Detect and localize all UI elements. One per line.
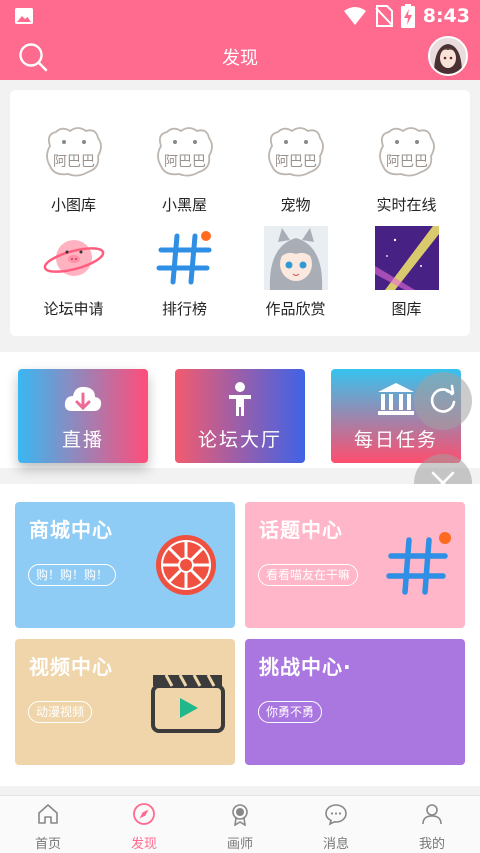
medal-icon bbox=[232, 804, 248, 827]
video-center-card[interactable]: 视频中心 动漫视频 bbox=[15, 639, 235, 765]
tab-label: 画师 bbox=[226, 837, 253, 852]
wheel-icon bbox=[156, 535, 216, 595]
grid-item-label: 论坛申请 bbox=[43, 300, 104, 318]
pig-sticker-icon: 阿巴巴 bbox=[264, 122, 328, 186]
clapperboard-icon bbox=[151, 674, 225, 733]
tab-mine[interactable]: 我的 bbox=[384, 796, 480, 853]
refresh-icon bbox=[430, 384, 456, 413]
tab-label: 消息 bbox=[322, 837, 349, 852]
forum-hall-button[interactable]: 论坛大厅 bbox=[175, 369, 305, 463]
gallery-notification-icon bbox=[15, 8, 33, 24]
button-label: 论坛大厅 bbox=[197, 429, 282, 451]
app-bar: 发现 bbox=[0, 32, 480, 80]
home-icon bbox=[38, 804, 58, 824]
cloud-download-icon bbox=[18, 381, 148, 417]
svg-text:阿巴巴: 阿巴巴 bbox=[164, 154, 206, 170]
card-tag: 你勇不勇 bbox=[258, 701, 323, 723]
grid-item-works[interactable]: 作品欣赏 bbox=[238, 208, 353, 318]
live-button[interactable]: 直播 bbox=[18, 369, 148, 463]
tab-label: 发现 bbox=[130, 837, 157, 852]
status-time: 8:43 bbox=[422, 5, 470, 27]
purple-galaxy-thumbnail bbox=[374, 226, 439, 290]
tab-label: 首页 bbox=[34, 837, 61, 852]
grid-item-pets[interactable]: 阿巴巴 宠物 bbox=[238, 104, 353, 214]
tab-label: 我的 bbox=[418, 837, 445, 852]
hashtag-icon bbox=[153, 226, 217, 290]
topic-center-card[interactable]: 话题中心 看看喵友在干嘛 bbox=[245, 502, 465, 628]
feature-cards: 商城中心 购！购！购！ 话题中心 看看喵友在干嘛 视频中心 动漫视频 挑战中心·… bbox=[0, 484, 480, 786]
grid-item-gallery-2[interactable]: 图库 bbox=[349, 208, 464, 318]
discover-grid: 阿巴巴 小图库 阿巴巴 小黑屋 阿巴巴 宠物 阿巴巴 实时在线 论坛申请 排行榜… bbox=[10, 90, 470, 336]
grid-item-online[interactable]: 阿巴巴 实时在线 bbox=[349, 104, 464, 214]
grid-item-ranking[interactable]: 排行榜 bbox=[127, 208, 242, 318]
grid-item-forum-apply[interactable]: 论坛申请 bbox=[16, 208, 131, 318]
no-sim-icon bbox=[375, 5, 393, 27]
challenge-center-card[interactable]: 挑战中心· 你勇不勇 bbox=[245, 639, 465, 765]
tab-home[interactable]: 首页 bbox=[0, 796, 96, 853]
pig-sticker-icon: 阿巴巴 bbox=[42, 122, 106, 186]
shop-center-card[interactable]: 商城中心 购！购！购！ bbox=[15, 502, 235, 628]
grid-item-gallery[interactable]: 阿巴巴 小图库 bbox=[16, 104, 131, 214]
card-tag: 购！购！购！ bbox=[28, 564, 117, 586]
svg-text:阿巴巴: 阿巴巴 bbox=[53, 154, 95, 170]
profile-icon bbox=[422, 804, 442, 825]
svg-text:阿巴巴: 阿巴巴 bbox=[275, 154, 317, 170]
compass-icon bbox=[133, 803, 155, 825]
pig-sticker-icon: 阿巴巴 bbox=[375, 122, 439, 186]
refresh-button[interactable] bbox=[414, 372, 472, 430]
card-title: 话题中心 bbox=[259, 518, 343, 542]
wifi-icon bbox=[343, 7, 366, 25]
card-tag: 动漫视频 bbox=[28, 701, 93, 723]
pig-sticker-icon: 阿巴巴 bbox=[153, 122, 217, 186]
card-title: 挑战中心· bbox=[259, 655, 352, 679]
person-icon bbox=[175, 381, 305, 417]
anime-catgirl-thumbnail bbox=[263, 226, 328, 290]
grid-item-blacklist[interactable]: 阿巴巴 小黑屋 bbox=[127, 104, 242, 214]
hashtag-icon bbox=[386, 532, 451, 595]
tab-discover[interactable]: 发现 bbox=[96, 796, 192, 853]
chat-bubble-icon bbox=[325, 804, 347, 826]
user-avatar[interactable] bbox=[428, 36, 468, 76]
card-tag: 看看喵友在干嘛 bbox=[258, 564, 359, 586]
grid-item-label: 图库 bbox=[391, 300, 422, 318]
grid-item-label: 排行榜 bbox=[161, 300, 207, 318]
svg-text:阿巴巴: 阿巴巴 bbox=[386, 154, 428, 170]
pig-planet-icon bbox=[42, 226, 106, 290]
battery-charging-icon bbox=[400, 4, 415, 28]
bottom-tab-bar: 首页 发现 画师 消息 我的 bbox=[0, 795, 480, 853]
tab-artist[interactable]: 画师 bbox=[192, 796, 288, 853]
quick-actions: 直播 论坛大厅 每日任务 bbox=[0, 352, 480, 468]
button-label: 直播 bbox=[61, 429, 104, 451]
status-bar: 8:43 bbox=[0, 0, 480, 32]
page-title: 发现 bbox=[222, 48, 258, 69]
card-title: 视频中心 bbox=[29, 655, 113, 679]
card-title: 商城中心 bbox=[29, 518, 113, 542]
grid-item-label: 作品欣赏 bbox=[265, 300, 326, 318]
tab-messages[interactable]: 消息 bbox=[288, 796, 384, 853]
